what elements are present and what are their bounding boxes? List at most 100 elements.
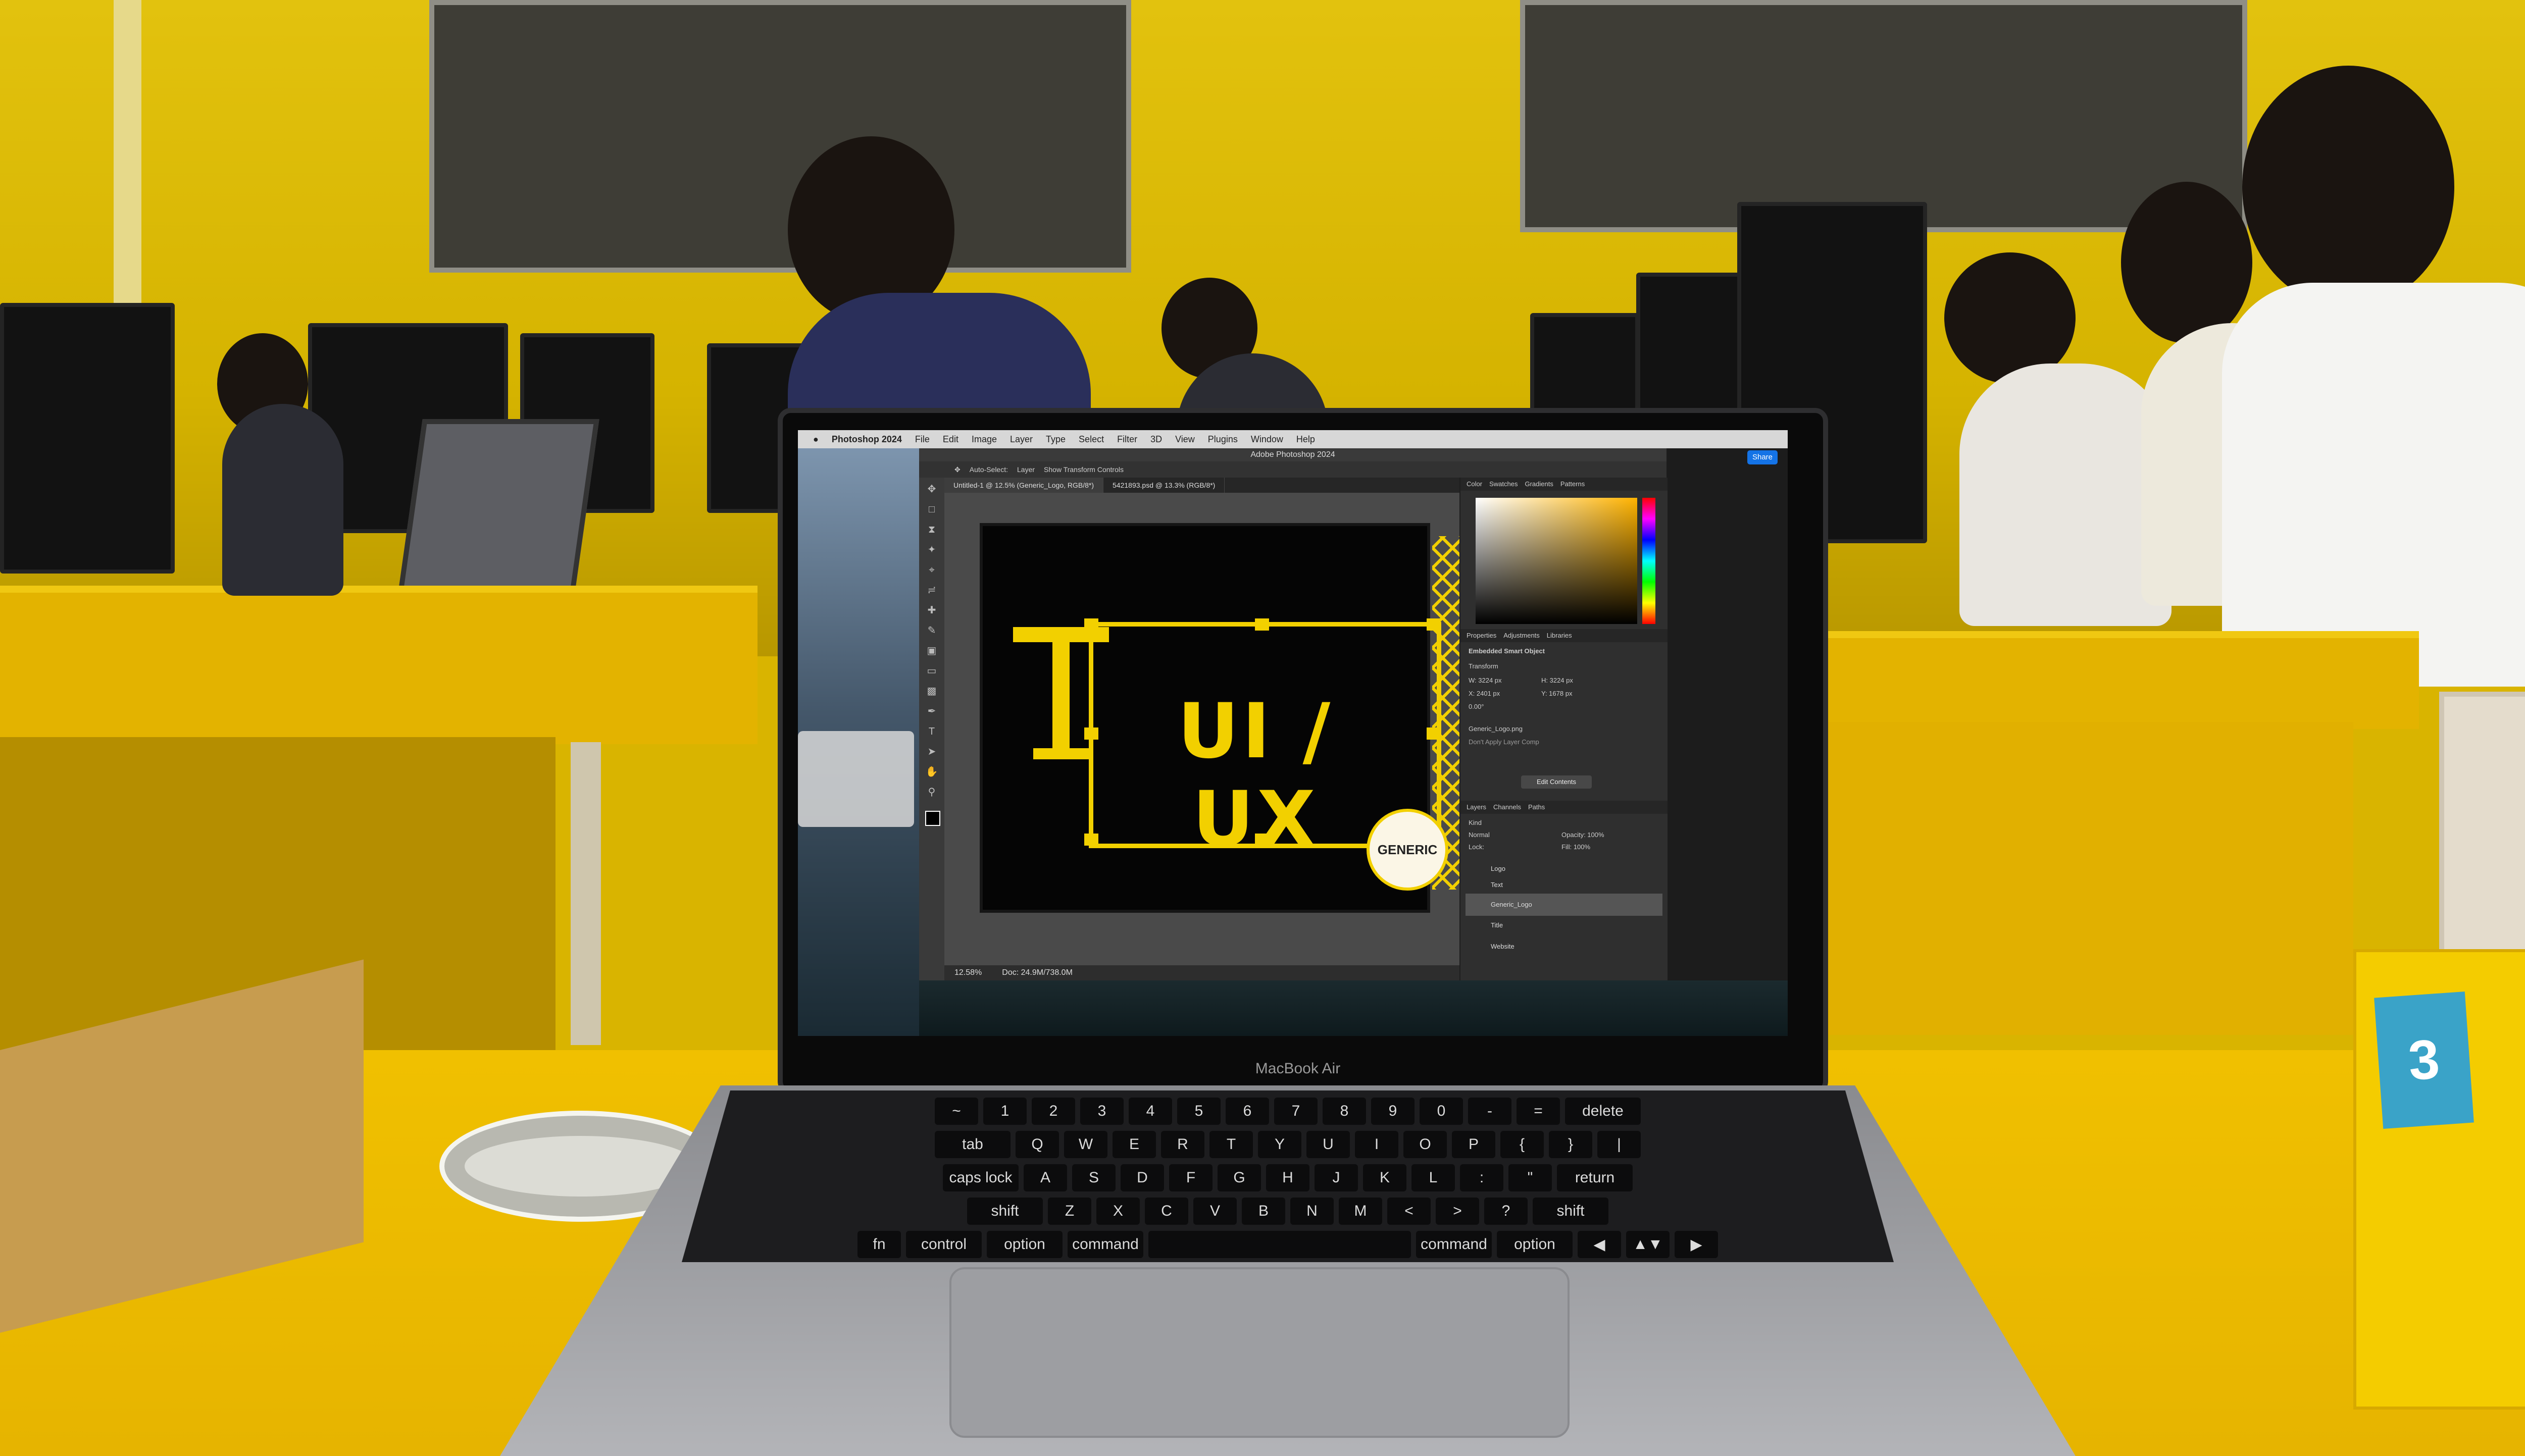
keyboard-key[interactable]: S — [1072, 1164, 1116, 1191]
keyboard-key[interactable]: " — [1508, 1164, 1552, 1191]
height-field[interactable]: H: 3224 px — [1541, 677, 1573, 684]
layer-row-selected[interactable]: Generic_Logo — [1466, 894, 1662, 916]
clone-stamp-tool-icon[interactable]: ▣ — [925, 644, 938, 657]
transform-handle[interactable] — [1084, 834, 1098, 846]
tab-libraries[interactable]: Libraries — [1547, 629, 1572, 642]
document-tab[interactable]: 5421893.psd @ 13.3% (RGB/8*) — [1103, 478, 1225, 493]
type-tool-icon[interactable]: T — [925, 725, 938, 738]
keyboard-key[interactable]: 3 — [1080, 1098, 1124, 1125]
touchpad[interactable] — [949, 1267, 1570, 1438]
document-tab[interactable]: Untitled-1 @ 12.5% (Generic_Logo, RGB/8*… — [944, 478, 1104, 493]
keyboard-key[interactable]: tab — [935, 1131, 1011, 1158]
keyboard-key[interactable]: return — [1557, 1164, 1633, 1191]
foreground-color-icon[interactable] — [925, 811, 940, 826]
keyboard-key[interactable]: option — [987, 1231, 1063, 1258]
artboard[interactable]: UI / UX GENERIC — [980, 523, 1533, 913]
keyboard-key[interactable]: R — [1161, 1131, 1204, 1158]
keyboard-key[interactable]: ? — [1484, 1198, 1528, 1225]
keyboard-key[interactable]: caps lock — [943, 1164, 1019, 1191]
tab-gradients[interactable]: Gradients — [1525, 478, 1553, 491]
marquee-tool-icon[interactable]: □ — [925, 503, 938, 516]
path-selection-tool-icon[interactable]: ➤ — [925, 745, 938, 758]
keyboard-key[interactable]: K — [1363, 1164, 1406, 1191]
keyboard-key[interactable]: | — [1597, 1131, 1641, 1158]
keyboard-key[interactable]: J — [1315, 1164, 1358, 1191]
keyboard-key[interactable]: B — [1242, 1198, 1285, 1225]
auto-select-checkbox[interactable]: Auto-Select: — [970, 465, 1008, 474]
brush-tool-icon[interactable]: ✎ — [925, 624, 938, 637]
keyboard-key[interactable]: ▲▼ — [1626, 1231, 1670, 1258]
keyboard-key[interactable]: 9 — [1371, 1098, 1415, 1125]
tab-layers[interactable]: Layers — [1467, 801, 1486, 814]
keyboard-key[interactable]: ~ — [935, 1098, 978, 1125]
zoom-level[interactable]: 12.58% — [954, 968, 982, 977]
menu-item[interactable]: Plugins — [1208, 434, 1238, 445]
keyboard-key[interactable]: 6 — [1226, 1098, 1269, 1125]
eyedropper-tool-icon[interactable]: ≓ — [925, 584, 938, 597]
keyboard-key[interactable]: { — [1500, 1131, 1544, 1158]
keyboard-key[interactable]: O — [1403, 1131, 1447, 1158]
healing-brush-tool-icon[interactable]: ✚ — [925, 604, 938, 617]
menu-item[interactable]: Help — [1296, 434, 1315, 445]
tab-swatches[interactable]: Swatches — [1489, 478, 1518, 491]
tab-adjustments[interactable]: Adjustments — [1503, 629, 1540, 642]
tab-color[interactable]: Color — [1467, 478, 1482, 491]
menu-item[interactable]: Layer — [1010, 434, 1033, 445]
apple-icon[interactable]: ● — [813, 434, 819, 445]
keyboard-key[interactable]: M — [1339, 1198, 1382, 1225]
fill-field[interactable]: Fill: 100% — [1561, 843, 1590, 851]
menu-item[interactable]: Type — [1046, 434, 1066, 445]
keyboard-key[interactable]: command — [1068, 1231, 1143, 1258]
crop-tool-icon[interactable]: ⌖ — [925, 563, 938, 577]
keyboard-key[interactable]: W — [1064, 1131, 1107, 1158]
keyboard-key[interactable]: 7 — [1274, 1098, 1318, 1125]
keyboard-key[interactable]: option — [1497, 1231, 1573, 1258]
keyboard-key[interactable]: shift — [967, 1198, 1043, 1225]
layer-row[interactable]: Text — [1466, 877, 1662, 893]
spacebar-key[interactable] — [1148, 1231, 1411, 1258]
menu-item[interactable]: Filter — [1117, 434, 1137, 445]
keyboard-key[interactable]: V — [1193, 1198, 1237, 1225]
canvas-area[interactable]: UI / UX GENERIC — [944, 493, 1533, 965]
menu-app-name[interactable]: Photoshop 2024 — [832, 434, 902, 445]
keyboard-key[interactable]: N — [1290, 1198, 1334, 1225]
keyboard-key[interactable]: E — [1113, 1131, 1156, 1158]
keyboard-key[interactable]: : — [1460, 1164, 1503, 1191]
tab-properties[interactable]: Properties — [1467, 629, 1496, 642]
lasso-tool-icon[interactable]: ⧗ — [925, 523, 938, 536]
keyboard-key[interactable]: 1 — [983, 1098, 1027, 1125]
eraser-tool-icon[interactable]: ▭ — [925, 664, 938, 678]
keyboard-key[interactable]: ▶ — [1675, 1231, 1718, 1258]
tab-channels[interactable]: Channels — [1493, 801, 1521, 814]
keyboard-key[interactable]: } — [1549, 1131, 1592, 1158]
transform-handle[interactable] — [1084, 727, 1098, 740]
keyboard-key[interactable]: C — [1145, 1198, 1188, 1225]
keyboard-key[interactable]: Y — [1258, 1131, 1301, 1158]
keyboard-key[interactable]: A — [1024, 1164, 1067, 1191]
keyboard-key[interactable]: P — [1452, 1131, 1495, 1158]
tab-paths[interactable]: Paths — [1528, 801, 1545, 814]
keyboard-key[interactable]: G — [1218, 1164, 1261, 1191]
background-app-window[interactable] — [798, 731, 914, 827]
move-tool-icon[interactable]: ✥ — [925, 483, 938, 496]
magic-wand-tool-icon[interactable]: ✦ — [925, 543, 938, 556]
menu-item[interactable]: Edit — [943, 434, 958, 445]
keyboard-key[interactable]: D — [1121, 1164, 1164, 1191]
tab-patterns[interactable]: Patterns — [1560, 478, 1585, 491]
layer-row[interactable]: Title — [1466, 918, 1662, 933]
transform-handle[interactable] — [1255, 618, 1269, 631]
keyboard-key[interactable]: < — [1387, 1198, 1431, 1225]
keyboard-key[interactable]: L — [1411, 1164, 1455, 1191]
auto-select-dropdown[interactable]: Layer — [1017, 465, 1035, 474]
keyboard-key[interactable]: control — [906, 1231, 982, 1258]
edit-contents-button[interactable]: Edit Contents — [1521, 775, 1592, 789]
keyboard-key[interactable]: fn — [857, 1231, 901, 1258]
show-transform-checkbox[interactable]: Show Transform Controls — [1044, 465, 1124, 474]
menu-item[interactable]: Window — [1251, 434, 1283, 445]
keyboard-key[interactable]: > — [1436, 1198, 1479, 1225]
hand-tool-icon[interactable]: ✋ — [925, 765, 938, 778]
layer-row[interactable]: Logo — [1466, 861, 1662, 876]
keyboard-key[interactable]: Z — [1048, 1198, 1091, 1225]
keyboard-key[interactable]: X — [1096, 1198, 1140, 1225]
share-button[interactable]: Share — [1747, 450, 1778, 464]
